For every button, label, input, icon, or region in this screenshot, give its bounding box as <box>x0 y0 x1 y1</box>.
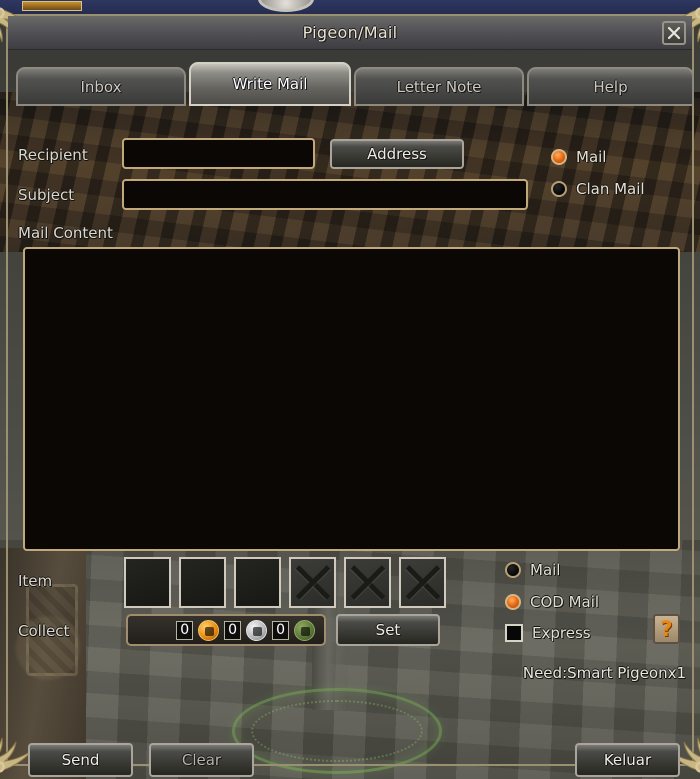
hud-chip-icon <box>22 1 82 11</box>
item-slot[interactable] <box>179 557 226 608</box>
tab-letter-note[interactable]: Letter Note <box>354 67 524 106</box>
radio-cod-mail-icon <box>505 594 521 610</box>
pigeon-mail-dialog: Pigeon/Mail Inbox Write Mail Letter Note… <box>0 7 700 777</box>
gold-coin-icon <box>198 619 220 641</box>
silver-amount: 0 <box>224 620 242 640</box>
tab-help[interactable]: Help <box>527 67 694 106</box>
recipient-label: Recipient <box>18 146 88 164</box>
bronze-coin-icon <box>294 619 315 641</box>
clear-button[interactable]: Clear <box>149 743 254 777</box>
silver-coin-icon <box>246 619 268 641</box>
radio-clan-mail-icon <box>551 181 567 197</box>
gold-amount: 0 <box>176 620 194 640</box>
item-slot-locked[interactable] <box>289 557 336 608</box>
question-mark-icon: ? <box>660 616 673 641</box>
delivery-option-express[interactable]: Express <box>505 624 591 642</box>
radio-delivery-mail-icon <box>505 562 521 578</box>
item-slot[interactable] <box>124 557 171 608</box>
hud-orb-icon <box>258 0 314 12</box>
close-button[interactable] <box>662 21 686 45</box>
item-slot-locked[interactable] <box>399 557 446 608</box>
subject-label: Subject <box>18 186 75 204</box>
mail-content-label: Mail Content <box>18 224 113 242</box>
checkbox-express-icon <box>505 624 523 642</box>
subject-input[interactable] <box>122 179 528 210</box>
bronze-amount: 0 <box>272 620 289 640</box>
collect-amount-field[interactable]: 0 0 0 <box>126 614 326 646</box>
delivery-option-mail[interactable]: Mail <box>505 561 560 579</box>
tab-inbox[interactable]: Inbox <box>16 67 186 106</box>
radio-mail-icon <box>551 149 567 165</box>
dialog-body: Recipient Address Mail Clan Mail Subject… <box>8 106 692 777</box>
item-label: Item <box>18 572 53 590</box>
delivery-option-cod-mail[interactable]: COD Mail <box>505 593 599 611</box>
tab-bar: Inbox Write Mail Letter Note Help <box>8 50 694 106</box>
send-button[interactable]: Send <box>28 743 133 777</box>
mail-type-option-mail[interactable]: Mail <box>551 148 606 166</box>
help-button[interactable]: ? <box>653 614 680 644</box>
requirement-text: Need:Smart Pigeonx1 <box>522 664 686 682</box>
tab-write-mail[interactable]: Write Mail <box>189 62 351 106</box>
delivery-label-mail: Mail <box>530 561 561 579</box>
delivery-label-express: Express <box>532 624 591 642</box>
page-title: Pigeon/Mail <box>302 23 398 42</box>
address-button[interactable]: Address <box>330 139 464 169</box>
item-slot-grid <box>124 557 446 608</box>
mail-type-label-clan-mail: Clan Mail <box>576 180 645 198</box>
item-slot[interactable] <box>234 557 281 608</box>
title-bar: Pigeon/Mail <box>8 16 692 50</box>
mail-type-option-clan-mail[interactable]: Clan Mail <box>551 180 645 198</box>
exit-button[interactable]: Keluar <box>575 743 680 777</box>
close-x-icon <box>667 26 681 40</box>
delivery-label-cod-mail: COD Mail <box>530 593 600 611</box>
set-button[interactable]: Set <box>336 614 440 646</box>
collect-label: Collect <box>18 622 70 640</box>
mail-type-label-mail: Mail <box>576 148 607 166</box>
item-slot-locked[interactable] <box>344 557 391 608</box>
recipient-input[interactable] <box>122 138 315 169</box>
mail-content-textarea[interactable] <box>23 247 680 551</box>
